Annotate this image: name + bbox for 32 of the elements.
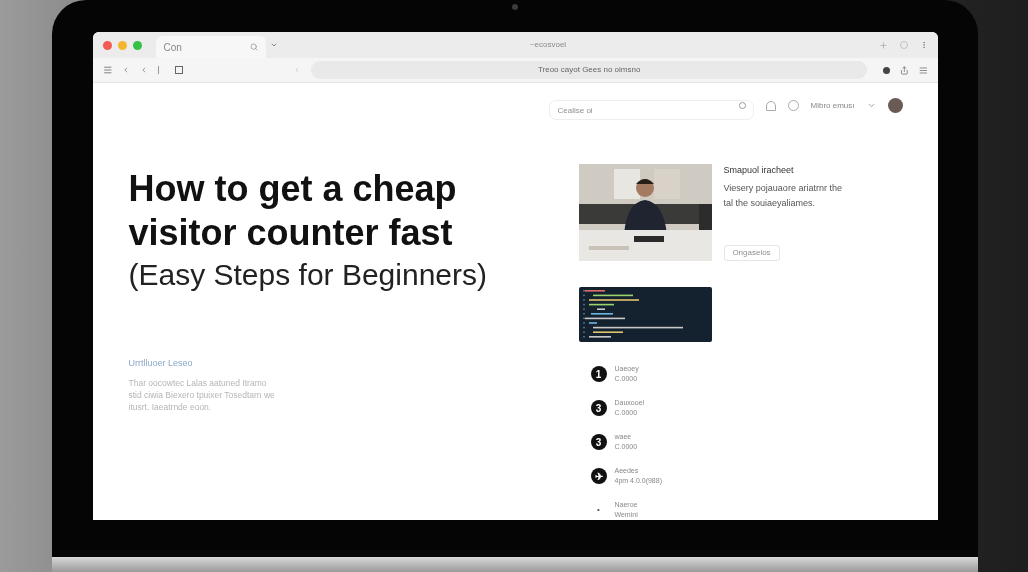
- sidebar-icon[interactable]: [174, 66, 184, 74]
- window-title: ~ecosvoel: [529, 39, 567, 51]
- page-subheading: (Easy Steps for Beginners): [128, 257, 488, 293]
- back-icon[interactable]: [122, 66, 130, 74]
- intro-paragraph: Thar oocowtec Lalas aatuned Itramo stid ciwia Biexero tpuixer Tosedtarn we itusrt. Iaeatrnde eoon.: [128, 376, 276, 413]
- camera-icon: [512, 4, 518, 10]
- close-window-icon[interactable]: [102, 40, 112, 50]
- minimize-window-icon[interactable]: [117, 40, 127, 50]
- maximize-window-icon[interactable]: [132, 40, 142, 50]
- avatar-icon[interactable]: [887, 98, 903, 113]
- step-number: •: [596, 504, 601, 516]
- chevron-icon[interactable]: [866, 101, 876, 110]
- search-field[interactable]: Cealise oi: [548, 100, 754, 120]
- tab-dropdown-icon[interactable]: [269, 41, 278, 49]
- new-tab-icon[interactable]: [878, 40, 888, 50]
- step-number: 1: [590, 366, 607, 382]
- page-heading: visitor counter fast: [128, 211, 454, 255]
- feature-text: Viesery pojauaore ariatrnr the tal the souiaeyaliames.: [723, 181, 843, 210]
- intro-label: Urrtlluoer Leseo: [128, 357, 194, 370]
- browser-tab[interactable]: Con: [155, 36, 266, 58]
- menu-icon[interactable]: [102, 65, 113, 75]
- menu-icon[interactable]: [918, 65, 928, 75]
- share-icon[interactable]: [900, 65, 909, 75]
- step-number: 3: [590, 434, 607, 450]
- account-label[interactable]: Mibro emusı: [810, 99, 855, 112]
- step-number: 3: [590, 400, 607, 416]
- back-icon[interactable]: [293, 66, 301, 74]
- feature-title: Smapuol iracheet: [723, 164, 795, 177]
- feature-button[interactable]: Ongaselos: [723, 244, 780, 261]
- step-number: ✈: [590, 468, 607, 484]
- address-bar[interactable]: Treoo cayot Gees no oimsno: [310, 61, 868, 79]
- page-heading: How to get a cheap: [128, 167, 458, 211]
